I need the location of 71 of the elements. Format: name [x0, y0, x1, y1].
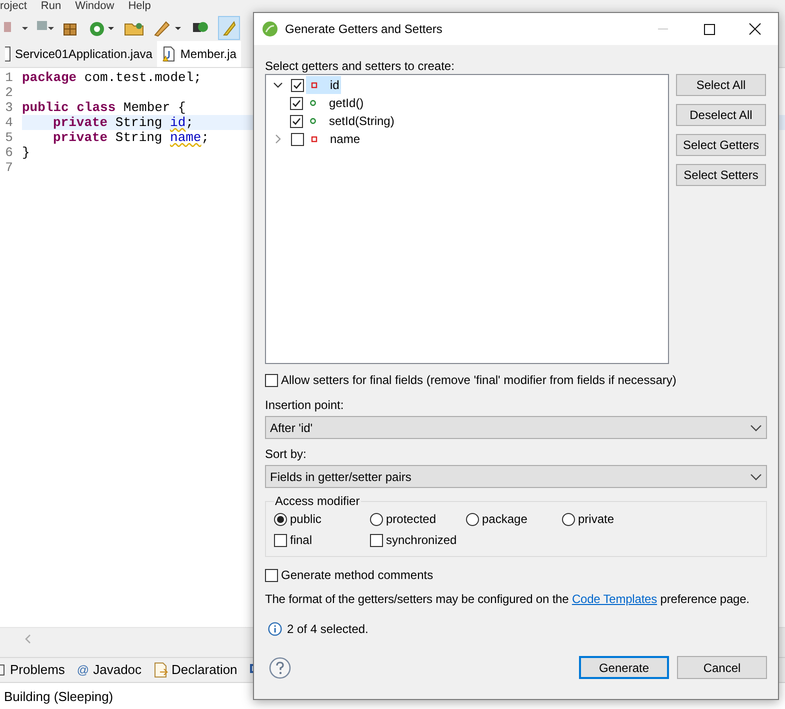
checkbox[interactable]: [370, 534, 383, 546]
view-tab[interactable]: Declaration: [154, 660, 238, 680]
menu-item[interactable]: Run: [40, 0, 62, 13]
code-line: package com.test.model;: [22, 70, 202, 85]
side-button[interactable]: Select Setters: [676, 164, 766, 186]
radio-button[interactable]: [466, 512, 479, 526]
line-number: 6: [5, 145, 13, 160]
checkbox[interactable]: [265, 568, 278, 582]
radio-label: public: [290, 511, 322, 528]
checkbox-label: Generate method comments: [281, 567, 434, 584]
dialog-button[interactable]: Generate: [579, 656, 669, 679]
view-tab[interactable]: @ Javadoc: [76, 660, 142, 680]
dropdown[interactable]: Fields in getter/setter pairs: [265, 465, 767, 488]
pen-icon[interactable]: [152, 18, 182, 36]
dialog-button[interactable]: Cancel: [677, 656, 767, 679]
line-number: 5: [5, 130, 13, 145]
side-button[interactable]: Select Getters: [676, 134, 766, 156]
line-number: 7: [5, 160, 13, 175]
leaf-icon: [262, 21, 278, 37]
tree-item[interactable]: getId(): [305, 94, 366, 112]
tree-item[interactable]: name: [306, 130, 362, 148]
menu-item[interactable]: Help: [128, 0, 151, 13]
line-number: 1: [5, 70, 13, 85]
radio-button[interactable]: [274, 512, 287, 526]
menu-item[interactable]: roject: [0, 0, 27, 13]
tree-label: Select getters and setters to create:: [265, 58, 456, 74]
chevron-down-icon: [750, 424, 762, 432]
checkbox[interactable]: [265, 374, 278, 386]
at-icon: @: [76, 661, 90, 679]
radio-button[interactable]: [562, 512, 575, 526]
radio-label: private: [578, 511, 614, 528]
info-icon: [268, 622, 282, 636]
side-button[interactable]: Select All: [676, 74, 766, 96]
selection-count: 2 of 4 selected.: [287, 621, 368, 638]
tree-item[interactable]: setId(String): [305, 112, 396, 130]
group-title: Access modifier: [274, 494, 361, 508]
radio-label: package: [482, 511, 528, 528]
code-templates-link[interactable]: Code Templates: [572, 592, 658, 606]
help-icon[interactable]: [269, 656, 291, 678]
checkbox[interactable]: [290, 114, 303, 128]
checkbox-label: Allow setters for final fields (remove 'final' modifier from fields if necessary): [281, 372, 676, 389]
checkbox[interactable]: [291, 132, 304, 146]
checkbox-label: synchronized: [386, 532, 457, 549]
editor-tab[interactable]: Member.ja: [157, 41, 242, 67]
field-label: Sort by:: [265, 446, 308, 461]
dropdown[interactable]: After 'id': [265, 416, 767, 439]
template-note: The format of the getters/setters may be configured on the Code Templates preference page.: [265, 591, 750, 608]
checkbox[interactable]: [291, 78, 304, 92]
line-number: 4: [5, 115, 13, 130]
highlight-toggle-button[interactable]: [218, 16, 240, 40]
field-label: Insertion point:: [265, 397, 345, 412]
line-number: 3: [5, 100, 13, 115]
chevron-down-icon: [750, 472, 762, 480]
code-line: public class Member {: [22, 100, 186, 115]
side-button[interactable]: Deselect All: [676, 104, 766, 126]
document-icon: [154, 662, 168, 678]
status-text: Building (Sleeping): [4, 689, 114, 704]
tree-item[interactable]: id: [306, 76, 342, 94]
view-tab[interactable]: Problems: [0, 660, 65, 680]
line-number: 2: [5, 85, 13, 100]
radio-label: protected: [386, 511, 436, 528]
code-line: private String id;: [53, 115, 194, 130]
radio-button[interactable]: [370, 512, 383, 526]
checkbox[interactable]: [274, 534, 287, 546]
window-title: Generate Getters and Setters: [285, 21, 444, 38]
checkbox-label: final: [290, 532, 312, 549]
marker-icon: [222, 20, 236, 36]
menu-item[interactable]: Window: [75, 0, 114, 13]
code-line: private String name;: [53, 130, 210, 145]
checkbox[interactable]: [290, 96, 303, 110]
code-line: }: [22, 145, 30, 160]
